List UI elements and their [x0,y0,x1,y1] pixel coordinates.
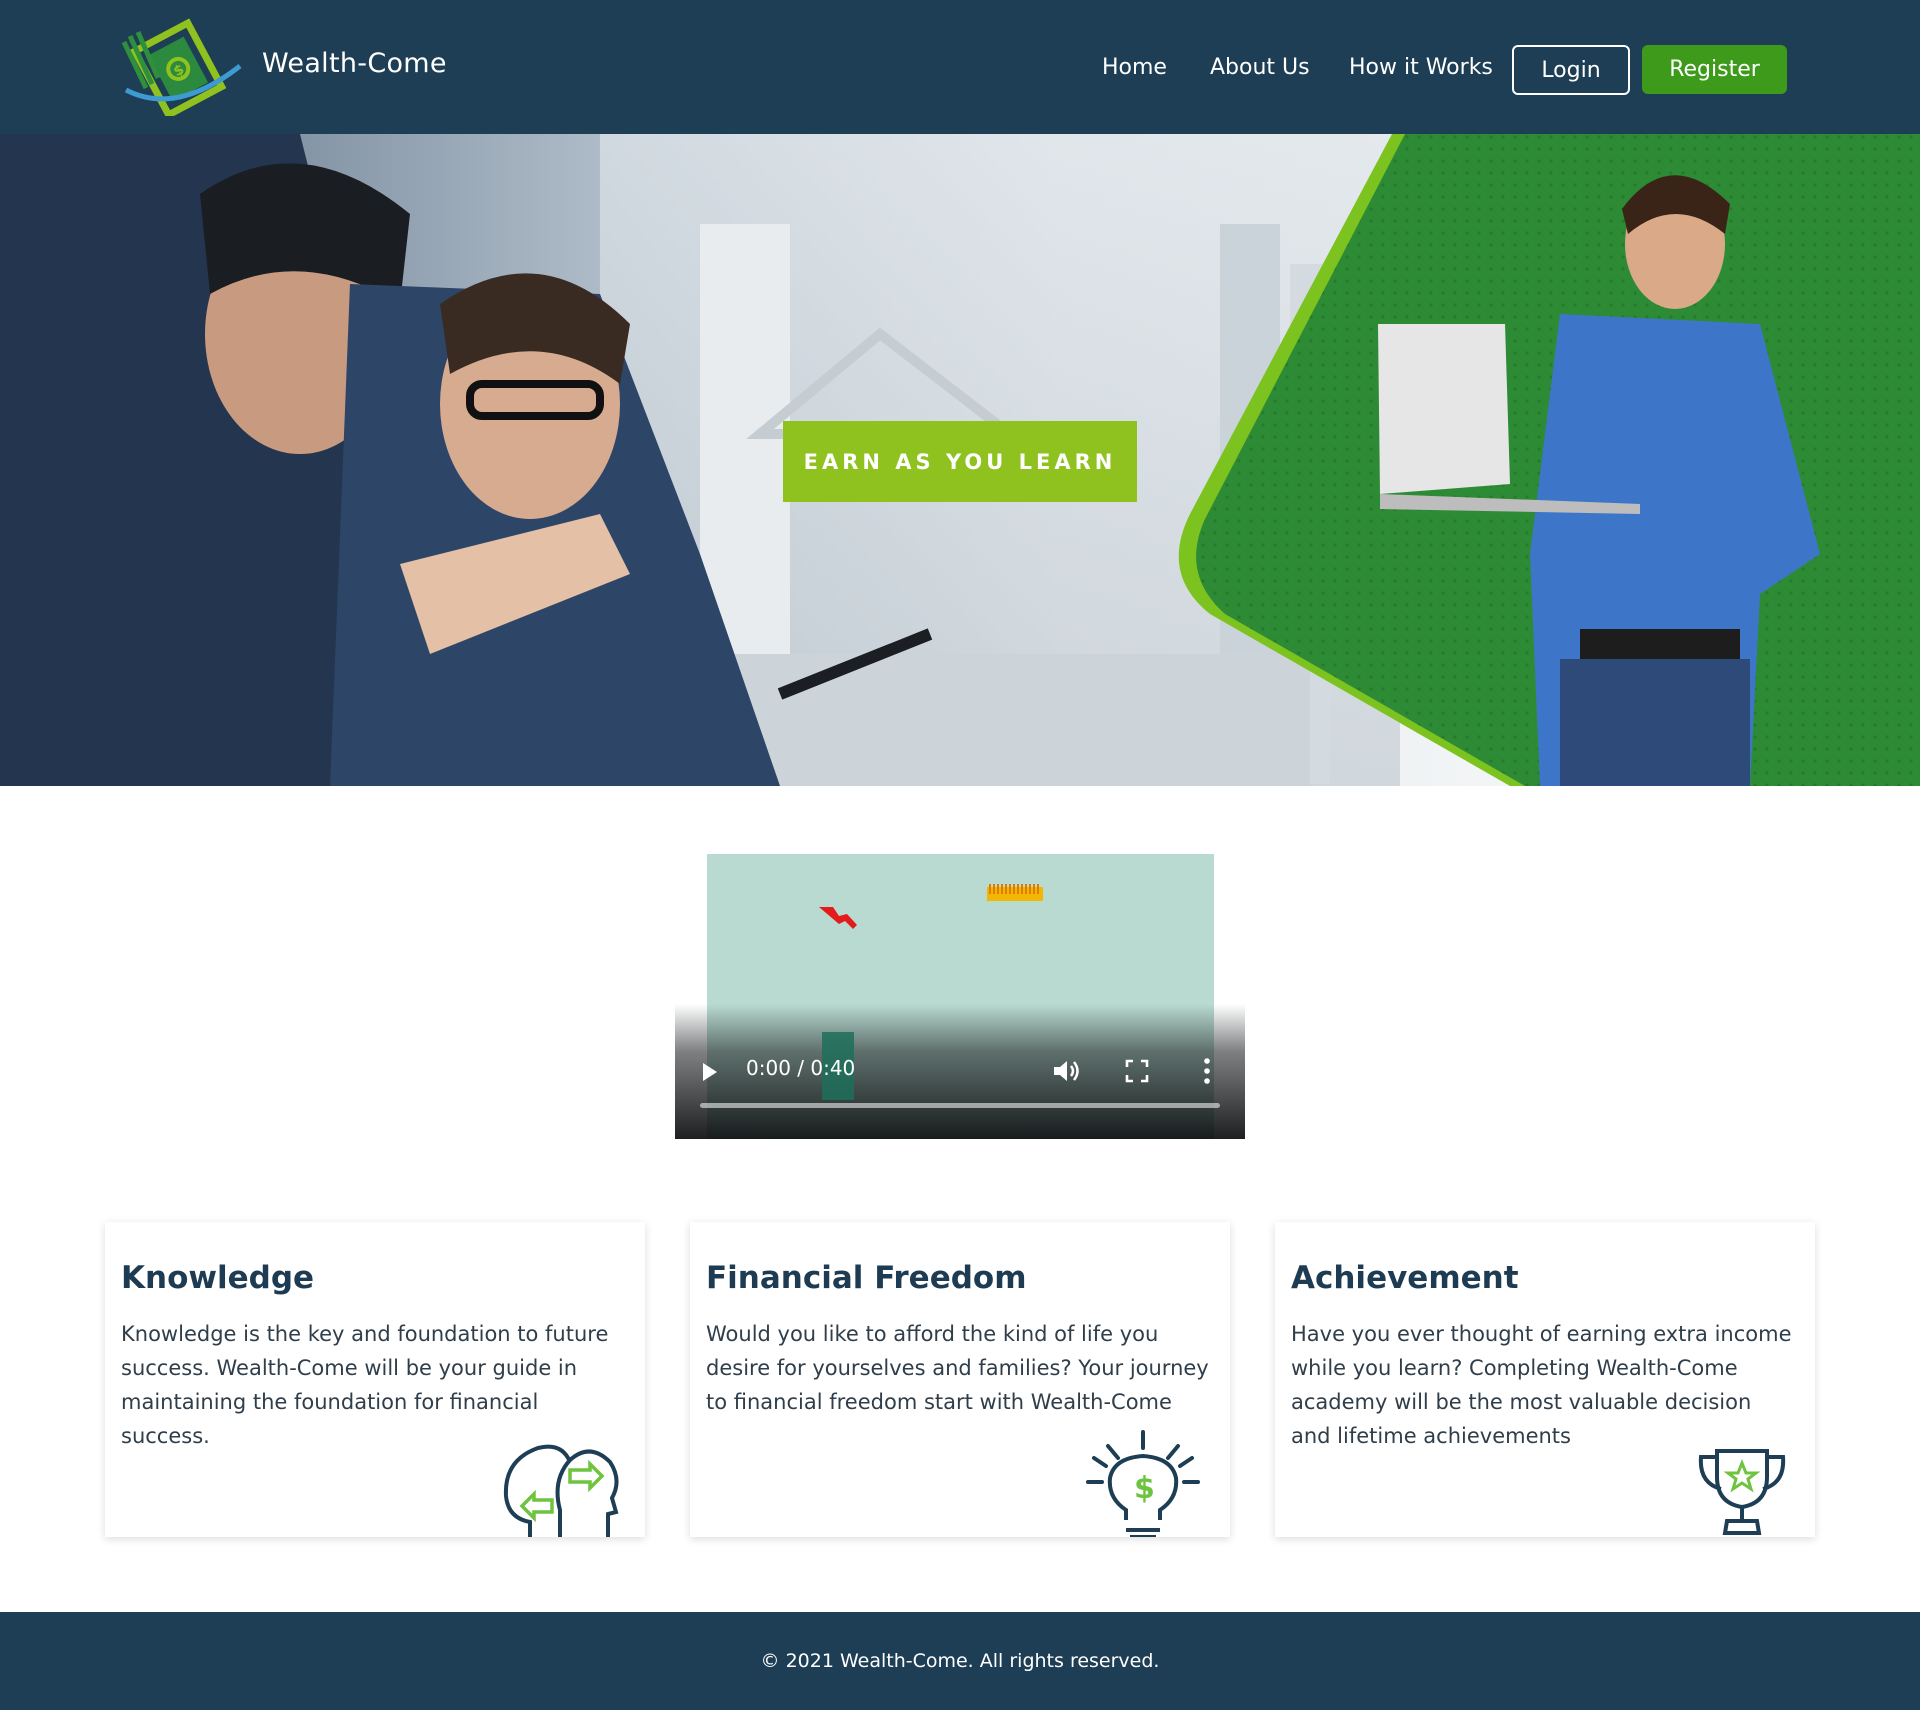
dollar-lightbulb-icon: $ [1086,1430,1200,1537]
hero-banner: EARN AS YOU LEARN [0,134,1920,786]
nav-how-it-works[interactable]: How it Works [1349,55,1493,80]
logo-icon[interactable]: $ [116,18,244,116]
video-time: 0:00 / 0:40 [746,1056,856,1080]
copyright-text: © 2021 Wealth-Come. All rights reserved. [760,1650,1160,1672]
more-options-icon[interactable] [1202,1056,1212,1086]
nav-about-us[interactable]: About Us [1210,55,1310,80]
login-button[interactable]: Login [1512,45,1630,95]
register-button[interactable]: Register [1642,45,1787,94]
card-text: Would you like to afford the kind of lif… [706,1322,1209,1414]
card-title: Knowledge [121,1260,315,1296]
brand-name[interactable]: Wealth-Come [262,48,447,79]
site-footer: © 2021 Wealth-Come. All rights reserved. [0,1612,1920,1710]
svg-text:$: $ [1134,1471,1155,1506]
head-exchange-icon [503,1444,619,1537]
card-text: Knowledge is the key and foundation to f… [121,1322,609,1448]
card-title: Financial Freedom [706,1260,1027,1296]
video-progress-bar[interactable] [700,1103,1220,1108]
feature-card-knowledge: Knowledge Knowledge is the key and found… [105,1222,645,1537]
nav-home[interactable]: Home [1102,55,1167,80]
video-player[interactable]: 0:00 / 0:40 [675,854,1245,1139]
feature-card-achievement: Achievement Have you ever thought of ear… [1275,1222,1815,1537]
feature-card-financial-freedom: Financial Freedom Would you like to affo… [690,1222,1230,1537]
card-text: Have you ever thought of earning extra i… [1291,1322,1792,1448]
site-header: $ Wealth-Come Home About Us How it Works… [0,0,1920,134]
fullscreen-icon[interactable] [1124,1058,1150,1084]
earn-as-you-learn-button[interactable]: EARN AS YOU LEARN [783,421,1137,502]
trophy-icon [1698,1449,1786,1535]
card-title: Achievement [1291,1260,1519,1296]
play-icon[interactable] [703,1063,717,1081]
volume-icon[interactable] [1050,1056,1080,1086]
